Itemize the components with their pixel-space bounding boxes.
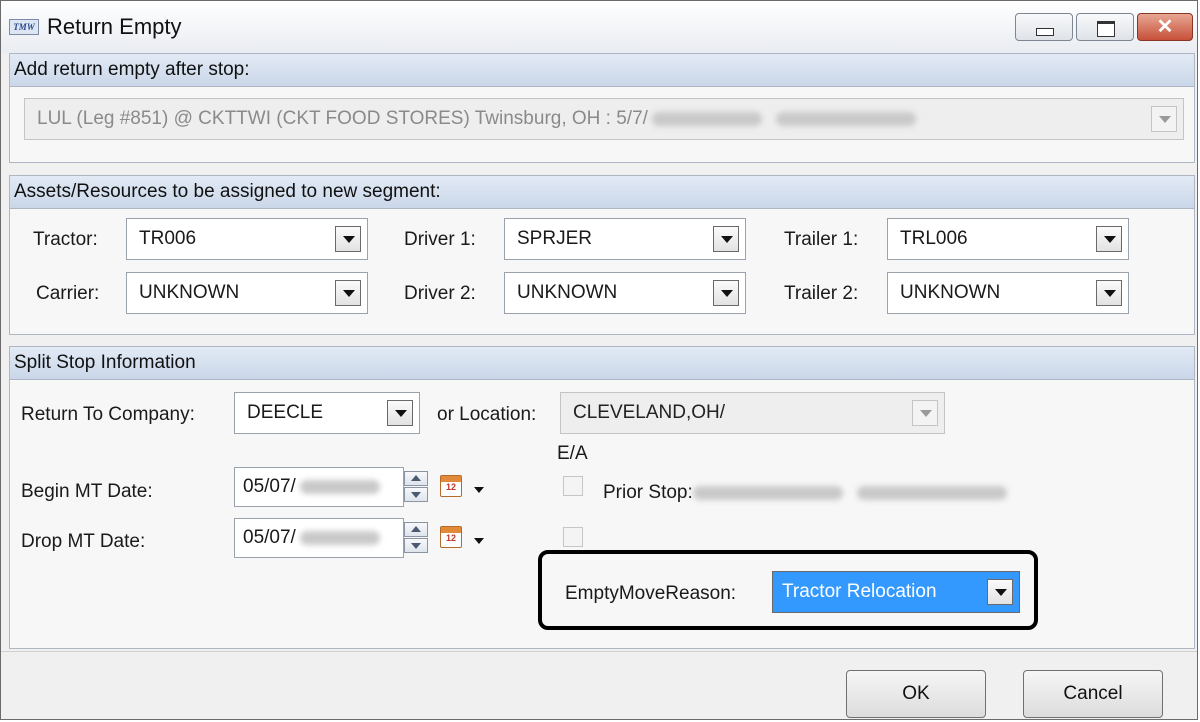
return-company-select[interactable]: DEECLE <box>234 392 420 434</box>
begin-ea-checkbox[interactable] <box>563 476 583 496</box>
drop-date-spinner[interactable] <box>404 522 428 554</box>
highlight-frame <box>538 550 1038 630</box>
redacted-text <box>299 479 380 494</box>
location-label: or Location: <box>437 404 537 425</box>
calendar-icon[interactable]: 12 <box>440 526 462 548</box>
chevron-down-icon[interactable] <box>713 280 739 306</box>
stop-select[interactable]: LUL (Leg #851) @ CKTTWI (CKT FOOD STORES… <box>24 98 1184 140</box>
assets-group: Assets/Resources to be assigned to new s… <box>9 175 1195 335</box>
trailer2-label: Trailer 2: <box>784 283 859 304</box>
trailer2-select[interactable]: UNKNOWN <box>887 272 1129 314</box>
drop-ea-checkbox[interactable] <box>563 527 583 547</box>
carrier-value: UNKNOWN <box>139 282 240 303</box>
carrier-label: Carrier: <box>36 283 100 304</box>
drop-mt-date-label: Drop MT Date: <box>21 531 146 552</box>
drop-mt-date-input[interactable]: 05/07/ <box>234 518 404 558</box>
trailer2-value: UNKNOWN <box>900 282 1001 303</box>
redacted-text <box>775 111 916 126</box>
split-stop-header: Split Stop Information <box>10 347 1194 380</box>
location-select[interactable]: CLEVELAND,OH/ <box>560 392 945 434</box>
trailer1-label: Trailer 1: <box>784 229 859 250</box>
location-value: CLEVELAND,OH/ <box>573 402 726 423</box>
after-stop-header: Add return empty after stop: <box>10 54 1194 87</box>
chevron-down-icon[interactable] <box>474 538 484 544</box>
chevron-down-icon[interactable] <box>713 226 739 252</box>
chevron-down-icon[interactable] <box>912 400 938 426</box>
chevron-down-icon[interactable] <box>474 487 484 493</box>
after-stop-group: Add return empty after stop: LUL (Leg #8… <box>9 53 1195 163</box>
driver2-select[interactable]: UNKNOWN <box>504 272 746 314</box>
trailer1-select[interactable]: TRL006 <box>887 218 1129 260</box>
chevron-down-icon[interactable] <box>335 226 361 252</box>
driver2-label: Driver 2: <box>404 283 476 304</box>
ok-button[interactable]: OK <box>846 670 986 718</box>
window-title: Return Empty <box>47 14 182 39</box>
footer-divider <box>1 651 1197 652</box>
redacted-text <box>692 485 843 500</box>
carrier-select[interactable]: UNKNOWN <box>126 272 368 314</box>
minimize-button[interactable] <box>1015 13 1073 41</box>
maximize-button[interactable] <box>1076 13 1134 41</box>
chevron-down-icon[interactable] <box>335 280 361 306</box>
return-company-value: DEECLE <box>247 402 324 423</box>
chevron-down-icon[interactable] <box>1096 280 1122 306</box>
minimize-icon <box>1036 28 1054 36</box>
driver1-label: Driver 1: <box>404 229 476 250</box>
calendar-icon[interactable]: 12 <box>440 475 462 497</box>
tractor-select[interactable]: TR006 <box>126 218 368 260</box>
ea-label: E/A <box>557 443 588 464</box>
chevron-down-icon[interactable] <box>387 400 413 426</box>
redacted-text <box>299 530 380 545</box>
begin-mt-date-value: 05/07/ <box>243 476 296 497</box>
spin-down-icon[interactable] <box>404 487 428 502</box>
chevron-down-icon[interactable] <box>1151 106 1177 132</box>
driver1-select[interactable]: SPRJER <box>504 218 746 260</box>
return-company-label: Return To Company: <box>21 404 195 425</box>
redacted-text <box>856 485 1007 500</box>
trailer1-value: TRL006 <box>900 228 968 249</box>
begin-mt-date-label: Begin MT Date: <box>21 481 153 502</box>
app-logo-icon: TMW <box>9 19 39 35</box>
spin-down-icon[interactable] <box>404 538 428 553</box>
title-bar[interactable]: TMW Return Empty ✕ <box>1 1 1197 53</box>
spin-up-icon[interactable] <box>404 471 428 486</box>
driver1-value: SPRJER <box>517 228 592 249</box>
tractor-label: Tractor: <box>33 229 98 250</box>
assets-header: Assets/Resources to be assigned to new s… <box>10 176 1194 209</box>
stop-select-value: LUL (Leg #851) @ CKTTWI (CKT FOOD STORES… <box>37 108 648 129</box>
return-empty-dialog: TMW Return Empty ✕ Add return empty afte… <box>0 0 1198 720</box>
tractor-value: TR006 <box>139 228 197 249</box>
begin-date-spinner[interactable] <box>404 471 428 503</box>
begin-mt-date-input[interactable]: 05/07/ <box>234 467 404 507</box>
driver2-value: UNKNOWN <box>517 282 618 303</box>
spin-up-icon[interactable] <box>404 522 428 537</box>
close-icon: ✕ <box>1156 16 1174 38</box>
redacted-text <box>651 111 762 126</box>
maximize-icon <box>1097 21 1115 37</box>
prior-stop-label: Prior Stop: <box>603 482 1007 504</box>
chevron-down-icon[interactable] <box>1096 226 1122 252</box>
drop-mt-date-value: 05/07/ <box>243 527 296 548</box>
close-button[interactable]: ✕ <box>1137 13 1193 41</box>
cancel-button[interactable]: Cancel <box>1023 670 1163 718</box>
